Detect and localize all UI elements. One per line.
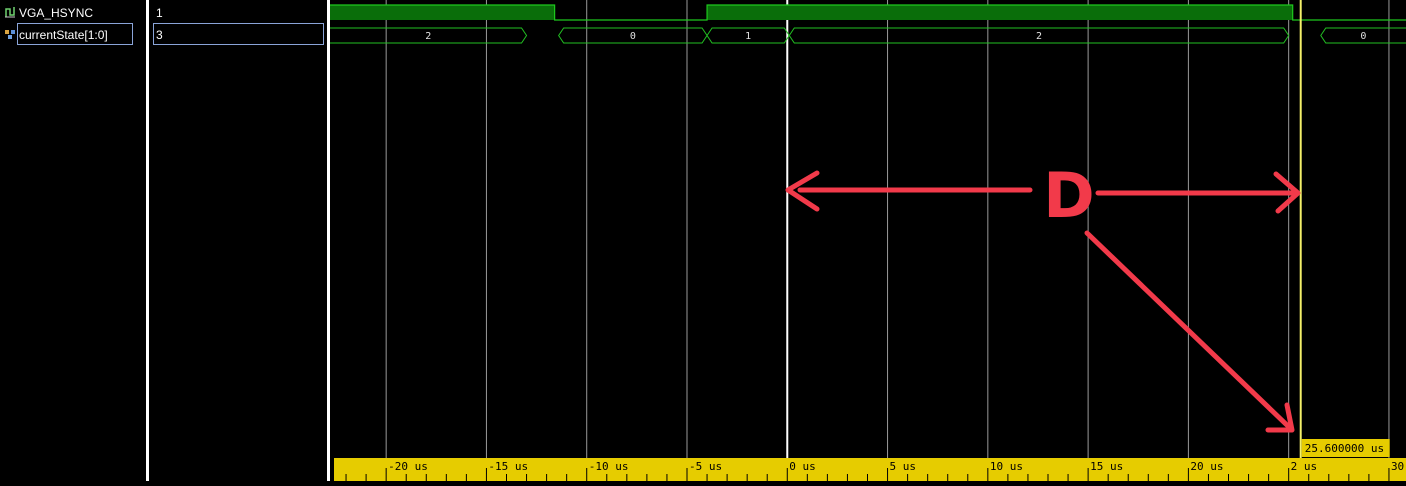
- annotation-overlay: D: [785, 159, 1301, 433]
- bus-value-label: 1: [745, 31, 751, 42]
- diagonal-arrow-icon: [1084, 230, 1295, 433]
- bus-value-label: 0: [1360, 31, 1366, 42]
- bit-signal-icon: [4, 6, 16, 18]
- ruler-tick-label: 10 us: [990, 460, 1023, 473]
- signal-traces: 2 0 1 2 0: [319, 4, 1406, 44]
- signal-value-row[interactable]: 1: [149, 2, 327, 22]
- selected-row-outline: [153, 23, 324, 45]
- ruler-tick-label: 2 us: [1291, 460, 1318, 473]
- ruler-tick-label: -10 us: [589, 460, 629, 473]
- signal-name-row[interactable]: currentState[1:0]: [0, 23, 146, 45]
- time-ruler[interactable]: -20 us -15 us -10 us -5 us 0 us 5 us 10 us 15 u…: [334, 458, 1406, 481]
- signal-name-label: VGA_HSYNC: [19, 6, 94, 20]
- signal-names-pane: VGA_HSYNC currentState[1:0]: [0, 0, 146, 481]
- ruler-tick-label: 0 us: [789, 460, 816, 473]
- ruler-tick-label: 20 us: [1190, 460, 1223, 473]
- ruler-tick-label: 5 us: [890, 460, 917, 473]
- hsync-high-segment: [330, 5, 555, 20]
- left-arrow-icon: [785, 170, 1033, 212]
- hsync-high-segment: [707, 5, 1293, 20]
- ruler-tick-label: -20 us: [388, 460, 428, 473]
- cursor-readout-label: 25.600000 us: [1305, 442, 1384, 455]
- signal-name-row[interactable]: VGA_HSYNC: [0, 2, 146, 22]
- waveform-canvas[interactable]: 2 0 1 2 0 25.600000 us -20 us -15 us -10 us -5 …: [319, 0, 1406, 481]
- ruler-tick-label: -5 us: [689, 460, 722, 473]
- waveform-pane[interactable]: 2 0 1 2 0 25.600000 us -20 us -15 us -10 us -5 …: [319, 0, 1406, 481]
- bus-value-label: 2: [425, 31, 431, 42]
- right-arrow-icon: [1095, 171, 1301, 214]
- ruler-tick-label: 30: [1391, 460, 1404, 473]
- signal-value-label: 3: [156, 28, 163, 42]
- annotation-letter: D: [1043, 159, 1094, 232]
- bus-value-label: 0: [630, 31, 636, 42]
- signal-value-row[interactable]: 3: [149, 23, 327, 45]
- signal-values-pane: 1 3: [149, 0, 327, 481]
- time-cursor[interactable]: 25.600000 us: [1299, 0, 1390, 458]
- grid-lines: [385, 0, 1390, 458]
- ruler-tick-label: 15 us: [1090, 460, 1123, 473]
- signal-value-label: 1: [156, 6, 163, 20]
- ruler-tick-label: -15 us: [488, 460, 528, 473]
- bus-value-label: 2: [1036, 31, 1042, 42]
- signal-name-label: currentState[1:0]: [19, 28, 108, 42]
- bus-signal-icon: [4, 28, 16, 40]
